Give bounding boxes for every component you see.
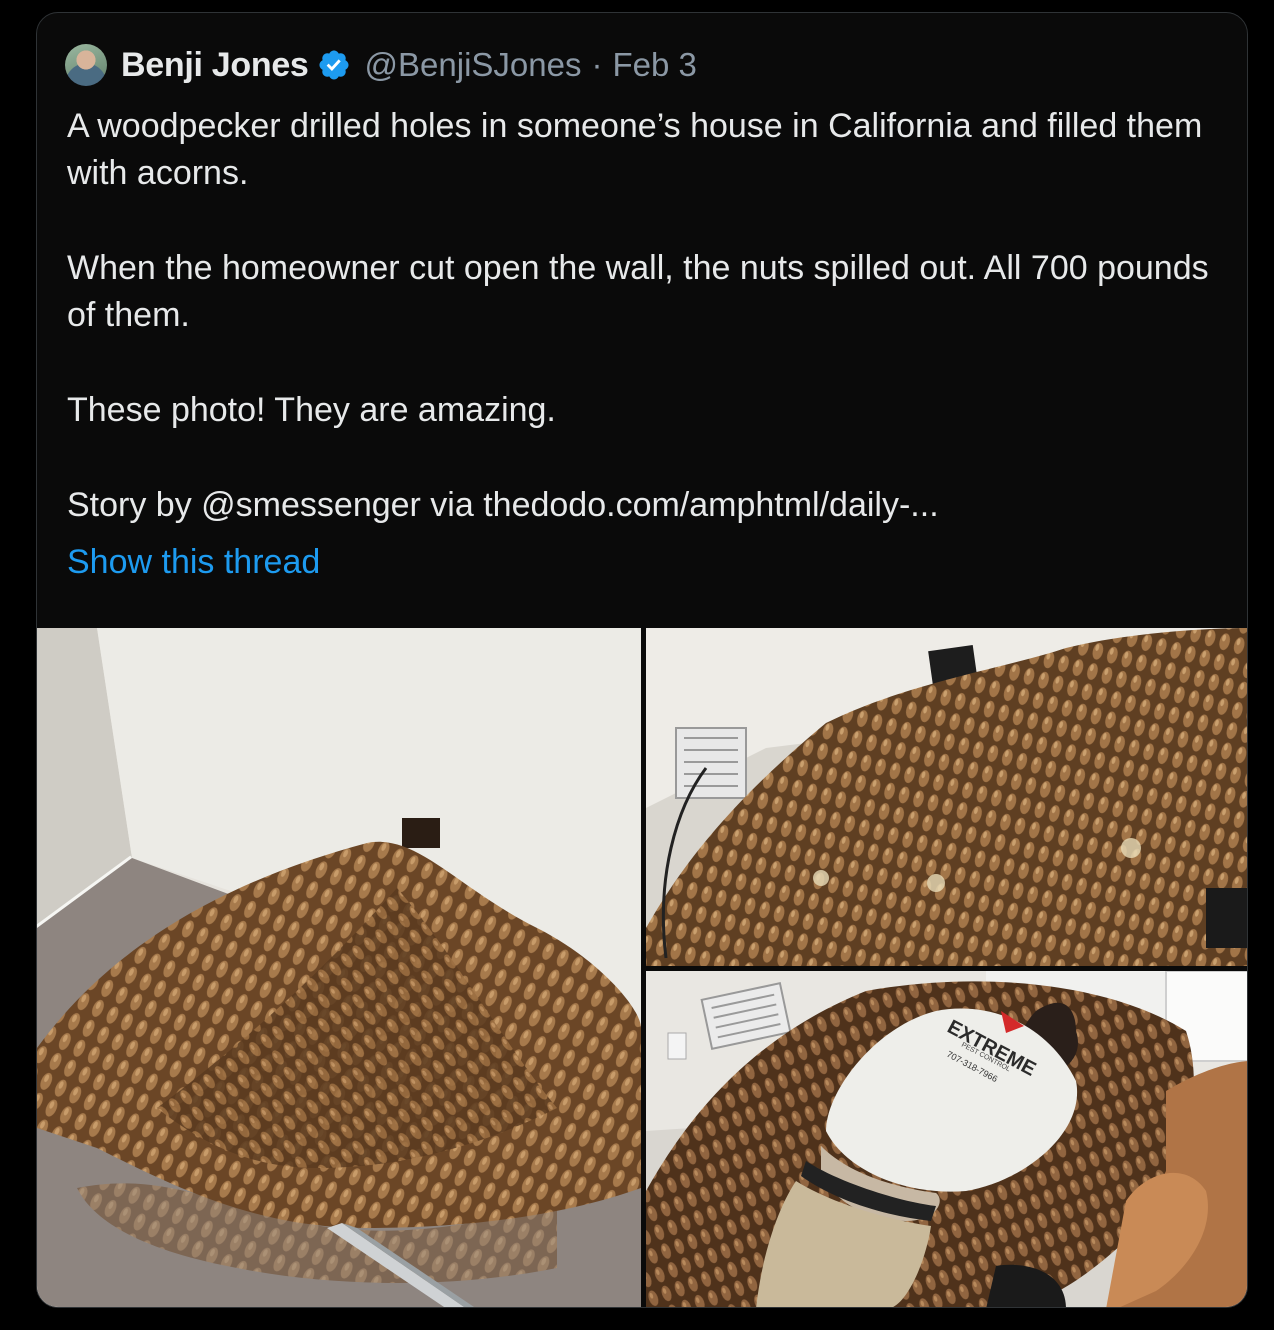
verified-badge-icon (319, 50, 349, 80)
tweet-paragraph: These photo! They are amazing. (67, 391, 556, 429)
author-name[interactable]: Benji Jones (121, 46, 309, 85)
photo-worker-on-acorns[interactable]: EXTREME PEST CONTROL 707-318-7966 (646, 971, 1247, 1307)
photo-acorn-pile-corner[interactable] (37, 628, 641, 1307)
tweet-card[interactable]: Benji Jones @BenjiSJones · Feb 3 A woodp… (36, 12, 1248, 1308)
show-thread-link[interactable]: Show this thread (67, 543, 320, 582)
separator-dot: · (591, 46, 603, 83)
media-grid: EXTREME PEST CONTROL 707-318-7966 (37, 628, 1247, 1307)
tweet-paragraph: When the homeowner cut open the wall, th… (67, 249, 1209, 334)
photo-acorn-mound[interactable] (646, 628, 1247, 966)
tweet-text: A woodpecker drilled holes in someone’s … (67, 103, 1227, 529)
author-handle[interactable]: @BenjiSJones (365, 46, 582, 84)
avatar[interactable] (65, 44, 107, 86)
tweet-paragraph: A woodpecker drilled holes in someone’s … (67, 107, 1203, 192)
tweet-paragraph: Story by @smessenger via thedodo.com/amp… (67, 486, 939, 524)
tweet-header: Benji Jones @BenjiSJones · Feb 3 (65, 43, 697, 87)
tweet-date[interactable]: Feb 3 (613, 46, 697, 84)
